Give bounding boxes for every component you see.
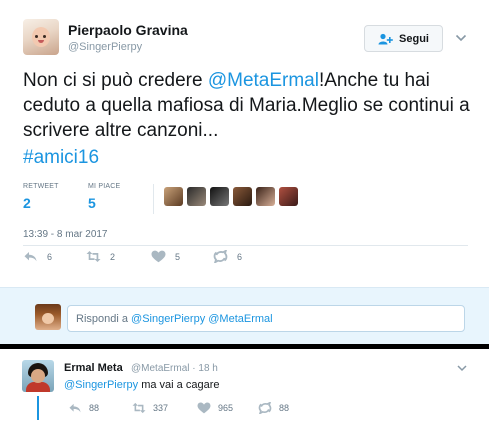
chevron-down-icon[interactable] <box>457 364 467 372</box>
message-icon <box>213 250 228 263</box>
heart-icon <box>197 402 211 414</box>
tweet-text: Non ci si può credere @MetaErmal!Anche t… <box>23 68 478 170</box>
liker-avatar[interactable] <box>187 187 206 206</box>
reply-text-body: ma vai a cagare <box>138 379 220 391</box>
reply-tweet[interactable]: Ermal Meta @MetaErmal · 18 h @SingerPier… <box>0 349 489 425</box>
mention-link[interactable]: @SingerPierpy <box>64 379 138 391</box>
likes-stat-label: MI PIACE <box>88 183 121 190</box>
tweet-header: Pierpaolo Gravina @SingerPierpy Segui <box>0 0 489 62</box>
retweet-count: 2 <box>110 251 116 262</box>
retweet-icon <box>86 251 101 262</box>
reply-button[interactable]: 88 <box>68 402 99 414</box>
reply-placeholder-mentions: @SingerPierpy @MetaErmal <box>131 313 273 325</box>
like-button[interactable]: 965 <box>197 402 233 414</box>
chevron-down-icon[interactable] <box>455 33 467 43</box>
reply-input[interactable]: Rispondi a @SingerPierpy @MetaErmal <box>67 305 465 332</box>
stat-divider <box>153 184 154 214</box>
retweet-stat-label: RETWEET <box>23 183 59 190</box>
reply-button[interactable]: 6 <box>23 250 52 263</box>
author-handle[interactable]: @SingerPierpy <box>68 41 142 53</box>
retweet-stat[interactable]: RETWEET 2 <box>23 183 59 211</box>
tweet-timestamp[interactable]: 13:39 - 8 mar 2017 <box>23 229 108 240</box>
likers-avatars <box>164 187 302 206</box>
author-avatar[interactable] <box>23 19 59 55</box>
likes-stat-count: 5 <box>88 195 96 211</box>
reply-author-avatar[interactable] <box>22 360 54 392</box>
retweet-button[interactable]: 2 <box>86 250 115 263</box>
current-user-avatar <box>35 304 61 330</box>
retweet-count: 337 <box>153 403 169 413</box>
message-count: 88 <box>279 403 290 413</box>
like-count: 965 <box>218 403 234 413</box>
reply-text: @SingerPierpy ma vai a cagare <box>64 379 219 391</box>
tweet-stats: RETWEET 2 MI PIACE 5 <box>23 180 463 220</box>
likes-stat[interactable]: MI PIACE 5 <box>88 183 120 211</box>
like-button[interactable]: 5 <box>151 250 180 263</box>
liker-avatar[interactable] <box>233 187 252 206</box>
mention-link[interactable]: @MetaErmal <box>208 70 319 91</box>
divider <box>23 245 468 246</box>
direct-message-button[interactable]: 88 <box>258 402 289 414</box>
add-user-icon <box>378 33 393 44</box>
retweet-icon <box>132 402 146 414</box>
retweet-button[interactable]: 337 <box>132 402 168 414</box>
heart-icon <box>151 250 166 263</box>
message-count: 6 <box>237 251 243 262</box>
reply-placeholder-prefix: Rispondi a <box>76 313 132 325</box>
tweet-text-part: Non ci si può credere <box>23 70 208 91</box>
reply-icon <box>24 252 37 262</box>
reply-icon <box>69 403 81 413</box>
liker-avatar[interactable] <box>279 187 298 206</box>
reply-author-name[interactable]: Ermal Meta <box>64 362 123 374</box>
reply-count: 6 <box>47 251 53 262</box>
liker-avatar[interactable] <box>256 187 275 206</box>
author-name[interactable]: Pierpaolo Gravina <box>68 22 188 38</box>
like-count: 5 <box>175 251 181 262</box>
thread-line <box>37 396 39 420</box>
follow-button[interactable]: Segui <box>364 25 443 52</box>
liker-avatar[interactable] <box>164 187 183 206</box>
liker-avatar[interactable] <box>210 187 229 206</box>
direct-message-button[interactable]: 6 <box>213 250 242 263</box>
follow-button-label: Segui <box>399 32 429 45</box>
reply-count: 88 <box>89 403 100 413</box>
message-icon <box>258 402 272 414</box>
reply-composer: Rispondi a @SingerPierpy @MetaErmal <box>0 287 489 344</box>
reply-author-meta[interactable]: @MetaErmal · 18 h <box>131 363 218 374</box>
hashtag-link[interactable]: #amici16 <box>23 145 478 170</box>
retweet-stat-count: 2 <box>23 195 31 211</box>
